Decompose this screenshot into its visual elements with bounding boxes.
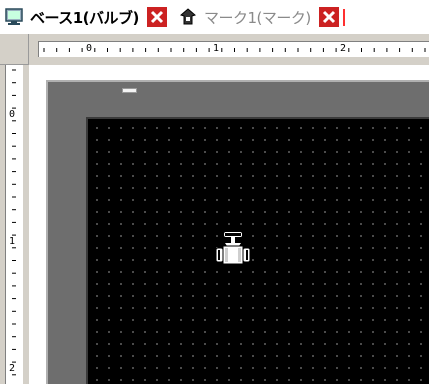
tab-cursor bbox=[343, 9, 345, 26]
mark-icon bbox=[178, 7, 198, 27]
tab-base-1-label: ベース1(バルブ) bbox=[30, 8, 139, 27]
horizontal-ruler: 0 1 2 bbox=[29, 34, 429, 65]
close-icon bbox=[146, 7, 167, 27]
screen-icon bbox=[4, 7, 24, 27]
tab-mark-1[interactable]: マーク1(マーク) bbox=[178, 6, 339, 28]
ruler-label-1: 1 bbox=[213, 43, 220, 54]
tab-bar: ベース1(バルブ) マーク1(マーク) bbox=[0, 0, 429, 34]
editor-workspace[interactable] bbox=[29, 65, 429, 384]
ruler-label-2: 2 bbox=[340, 43, 347, 54]
valve-part[interactable] bbox=[215, 231, 251, 271]
close-icon bbox=[318, 7, 339, 27]
tab-mark-1-label: マーク1(マーク) bbox=[204, 8, 311, 27]
frame-handle[interactable] bbox=[122, 88, 137, 93]
tab-base-1[interactable]: ベース1(バルブ) bbox=[4, 6, 167, 28]
close-tab-mark-1-button[interactable] bbox=[318, 7, 339, 27]
vruler-label-0: 0 bbox=[9, 109, 16, 120]
vruler-label-1: 1 bbox=[9, 236, 16, 247]
close-tab-base-1-button[interactable] bbox=[146, 7, 167, 27]
vertical-ruler: 0 1 2 bbox=[0, 65, 29, 384]
vruler-label-2: 2 bbox=[9, 363, 16, 374]
ruler-corner bbox=[0, 34, 29, 65]
valve-icon bbox=[215, 232, 251, 265]
horizontal-ruler-ticks bbox=[43, 48, 426, 52]
screen-frame bbox=[46, 80, 429, 384]
ruler-label-0: 0 bbox=[86, 43, 93, 54]
base-screen-canvas[interactable] bbox=[86, 117, 429, 384]
